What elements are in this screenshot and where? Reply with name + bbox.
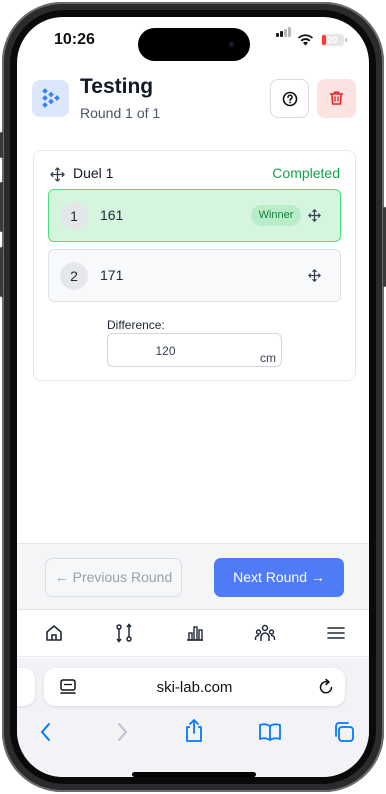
difference-unit: cm (260, 351, 276, 365)
duel-status: Completed (272, 165, 340, 181)
next-round-button[interactable]: Next Round → (214, 558, 344, 597)
previous-tab-preview[interactable] (17, 668, 35, 706)
volume-up-button (0, 182, 3, 232)
bookmarks-icon[interactable] (258, 722, 282, 742)
page-title: Testing (80, 75, 154, 98)
camera-dot (229, 42, 234, 47)
trash-icon (329, 91, 344, 105)
duel-card: Duel 1 Completed 1 161 Winner 2 171 Diff… (33, 150, 356, 381)
compare-icon[interactable] (113, 622, 135, 644)
volume-down-button (0, 247, 3, 297)
phone-frame: 10:26 20 Testing Round 1 of 1 Duel 1 Com… (0, 2, 386, 792)
duel-entry-winner[interactable]: 1 161 Winner (48, 189, 341, 242)
entry-rank: 1 (60, 202, 88, 230)
drag-handle-icon[interactable] (50, 167, 65, 182)
url-text: ski-lab.com (156, 679, 233, 696)
drag-handle-icon[interactable] (308, 209, 321, 222)
wifi-icon (297, 34, 314, 46)
help-button[interactable] (270, 79, 309, 118)
duel-entry[interactable]: 2 171 (48, 249, 341, 302)
battery-percent: 20 (327, 35, 338, 45)
difference-input[interactable]: 120 cm (107, 333, 282, 367)
difference-label: Difference: (107, 318, 165, 332)
previous-round-button[interactable]: ← Previous Round (45, 558, 182, 597)
winner-badge: Winner (251, 205, 301, 226)
home-indicator (132, 772, 256, 777)
browser-toolbar: ski-lab.com (17, 658, 369, 777)
status-time: 10:26 (54, 31, 95, 48)
dynamic-island (138, 28, 250, 61)
delete-button[interactable] (317, 79, 356, 118)
drag-handle-icon[interactable] (308, 269, 321, 282)
entry-rank: 2 (60, 262, 88, 290)
difference-value: 120 (155, 344, 176, 358)
help-icon (282, 91, 298, 107)
battery-icon: 20 (321, 34, 344, 46)
screen: 10:26 20 Testing Round 1 of 1 Duel 1 Com… (17, 17, 369, 777)
battery-cap (345, 38, 347, 42)
reload-icon[interactable] (317, 678, 335, 696)
share-icon[interactable] (183, 718, 205, 744)
duel-title: Duel 1 (73, 165, 114, 181)
chart-icon[interactable] (184, 622, 206, 644)
menu-icon[interactable] (325, 622, 347, 644)
entry-value: 171 (100, 267, 124, 283)
round-indicator: Round 1 of 1 (80, 105, 161, 121)
logo-diamonds-icon (42, 88, 60, 108)
entry-value: 161 (100, 207, 124, 223)
home-icon[interactable] (43, 622, 65, 644)
round-navigation: ← Previous Round Next Round → (17, 543, 369, 610)
address-bar[interactable]: ski-lab.com (44, 668, 345, 706)
app-tab-bar (17, 611, 369, 657)
tabs-icon[interactable] (333, 721, 355, 743)
back-icon[interactable] (37, 721, 55, 743)
team-icon[interactable] (254, 622, 276, 644)
status-bar: 10:26 20 (17, 17, 369, 63)
app-logo-icon[interactable] (32, 80, 69, 117)
app-header: Testing Round 1 of 1 (17, 73, 369, 133)
forward-icon[interactable] (113, 721, 131, 743)
action-button (0, 132, 3, 158)
